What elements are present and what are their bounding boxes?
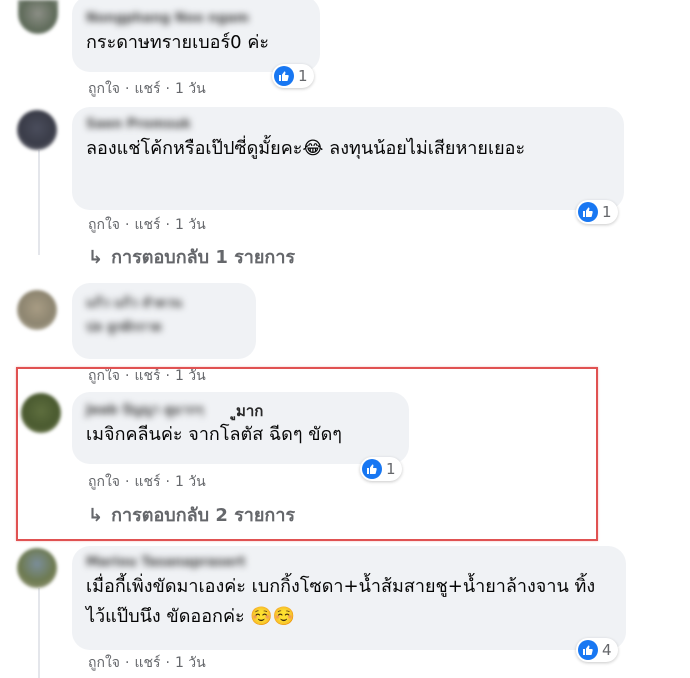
view-replies-link[interactable]: ↳ การตอบกลับ 1 รายการ <box>88 246 295 270</box>
share-link[interactable]: แชร์ <box>134 655 160 671</box>
comment-author[interactable]: Mariou Tasanaprasert <box>86 554 612 572</box>
avatar[interactable] <box>17 290 57 330</box>
like-link[interactable]: ถูกใจ <box>88 217 120 233</box>
comment-author[interactable]: แก้ว แก้ว ลำดวน <box>86 295 242 313</box>
highlight-box <box>16 367 598 541</box>
comment-actions: ถูกใจ · แชร์ · 1 วัน <box>88 655 206 671</box>
timestamp[interactable]: 1 วัน <box>175 655 206 671</box>
comment-actions: ถูกใจ · แชร์ · 1 วัน <box>88 81 206 97</box>
thumbs-up-icon <box>578 202 598 222</box>
reaction-count: 4 <box>602 641 612 659</box>
like-link[interactable]: ถูกใจ <box>88 81 120 97</box>
reply-arrow-icon: ↳ <box>88 247 104 268</box>
comment-text: กระดาษทรายเบอร์0 ค่ะ <box>86 32 270 53</box>
comment-author[interactable]: Nongphang Noo ngam <box>86 10 306 28</box>
comment-text: เมื่อกี้เพิ่งขัดมาเองค่ะ เบกกิ้งโซดา+น้ำ… <box>86 576 596 627</box>
thread-line <box>38 150 40 255</box>
reaction-summary[interactable]: 1 <box>272 64 314 88</box>
thumbs-up-icon <box>274 66 294 86</box>
comment-bubble: Mariou Tasanaprasert เมื่อกี้เพิ่งขัดมาเ… <box>72 546 626 650</box>
thumbs-up-icon <box>578 640 598 660</box>
avatar[interactable] <box>17 548 57 588</box>
reaction-count: 1 <box>602 203 612 221</box>
share-link[interactable]: แชร์ <box>134 217 160 233</box>
comment-author[interactable]: Saen Promsuk <box>86 116 610 134</box>
comment-bubble: Nongphang Noo ngam กระดาษทรายเบอร์0 ค่ะ <box>72 0 320 72</box>
comment-text: ปล ลูกผักกาด <box>86 320 162 335</box>
timestamp[interactable]: 1 วัน <box>175 81 206 97</box>
comment-text: ลองแช่โค้กหรือเป๊ปซี่ดูมั้ยคะ😂 ลงทุนน้อย… <box>86 138 526 159</box>
reaction-summary[interactable]: 4 <box>576 638 618 662</box>
reaction-count: 1 <box>298 67 308 85</box>
share-link[interactable]: แชร์ <box>134 81 160 97</box>
replies-label: การตอบกลับ 1 รายการ <box>111 247 296 268</box>
like-link[interactable]: ถูกใจ <box>88 655 120 671</box>
comment-bubble: แก้ว แก้ว ลำดวน ปล ลูกผักกาด <box>72 283 256 359</box>
comment-bubble: Saen Promsuk ลองแช่โค้กหรือเป๊ปซี่ดูมั้ย… <box>72 107 624 210</box>
avatar[interactable] <box>17 110 57 150</box>
thread-line <box>38 588 40 678</box>
timestamp[interactable]: 1 วัน <box>175 217 206 233</box>
reaction-summary[interactable]: 1 <box>576 200 618 224</box>
comment-actions: ถูกใจ · แชร์ · 1 วัน <box>88 217 206 233</box>
avatar[interactable] <box>18 0 58 34</box>
